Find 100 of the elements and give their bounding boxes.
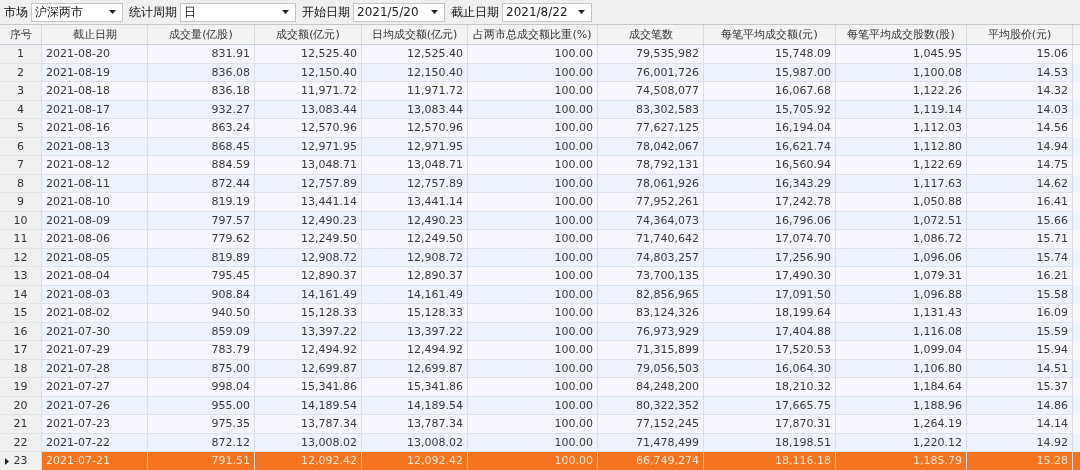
- table-row[interactable]: 5 2021-08-16 863.24 12,570.96 12,570.96 100.00 77,627,125 16,194.04 1,112.03 14.56: [0, 119, 1080, 138]
- table-cell: 15.71: [967, 230, 1073, 249]
- row-number: 5: [0, 119, 42, 138]
- column-header[interactable]: 成交笔数: [598, 25, 704, 44]
- table-cell: 11,971.72: [255, 82, 362, 101]
- table-cell: 1,264.19: [836, 415, 967, 434]
- table-row[interactable]: 21 2021-07-23 975.35 13,787.34 13,787.34 100.00 77,152,245 17,870.31 1,264.19 14.14: [0, 415, 1080, 434]
- caret-icon: [431, 10, 438, 14]
- table-cell: 100.00: [468, 267, 598, 286]
- table-cell: 100.00: [468, 341, 598, 360]
- dropdown-field[interactable]: 2021/5/20: [353, 2, 445, 22]
- table-cell: 12,494.92: [362, 341, 468, 360]
- table-cell: 100.00: [468, 230, 598, 249]
- row-number: 23: [0, 452, 42, 470]
- column-header[interactable]: 占两市总成交额比重(%): [468, 25, 598, 44]
- row-number: 7: [0, 156, 42, 175]
- table-row[interactable]: 17 2021-07-29 783.79 12,494.92 12,494.92 100.00 71,315,899 17,520.53 1,099.04 15.94: [0, 341, 1080, 360]
- column-header[interactable]: 成交量(亿股): [148, 25, 255, 44]
- dropdown-field[interactable]: 沪深两市: [31, 2, 123, 22]
- table-cell: 13,441.14: [362, 193, 468, 212]
- table-cell: 1,099.04: [836, 341, 967, 360]
- table-cell: 2021-08-18: [42, 82, 148, 101]
- table-row[interactable]: 1 2021-08-20 831.91 12,525.40 12,525.40 100.00 79,535,982 15,748.09 1,045.95 15.06: [0, 45, 1080, 64]
- dropdown-field[interactable]: 日: [180, 2, 296, 22]
- table-cell: 18,210.32: [704, 378, 836, 397]
- table-cell: 78,792,131: [598, 156, 704, 175]
- table-row[interactable]: 3 2021-08-18 836.18 11,971.72 11,971.72 100.00 74,508,077 16,067.68 1,122.26 14.32: [0, 82, 1080, 101]
- table-cell: 15.94: [967, 341, 1073, 360]
- caret-icon: [282, 10, 289, 14]
- table-row[interactable]: 23 2021-07-21 791.51 12,092.42 12,092.42 100.00 66,749,274 18,116.18 1,185.79 15.28: [0, 452, 1080, 470]
- row-number: 11: [0, 230, 42, 249]
- table-cell: 13,048.71: [362, 156, 468, 175]
- table-cell: 66,749,274: [598, 452, 704, 470]
- column-header[interactable]: 平均股价(元): [967, 25, 1073, 44]
- table-cell: 18,199.64: [704, 304, 836, 323]
- table-cell: 12,249.50: [255, 230, 362, 249]
- table-cell: 863.24: [148, 119, 255, 138]
- table-cell: 15,748.09: [704, 45, 836, 64]
- table-cell: 13,787.34: [255, 415, 362, 434]
- table-cell: 1,050.88: [836, 193, 967, 212]
- table-cell: 100.00: [468, 452, 598, 470]
- table-row[interactable]: 15 2021-08-02 940.50 15,128.33 15,128.33 100.00 83,124,326 18,199.64 1,131.43 16.09: [0, 304, 1080, 323]
- table-cell: 2021-08-20: [42, 45, 148, 64]
- row-number: 1: [0, 45, 42, 64]
- table-cell: 100.00: [468, 156, 598, 175]
- table-cell: 940.50: [148, 304, 255, 323]
- table-cell: 1,185.79: [836, 452, 967, 470]
- table-cell: 779.62: [148, 230, 255, 249]
- table-cell: 13,787.34: [362, 415, 468, 434]
- table-cell: 73,700,135: [598, 267, 704, 286]
- table-cell: 2021-08-16: [42, 119, 148, 138]
- table-cell: 71,740,642: [598, 230, 704, 249]
- table-row[interactable]: 7 2021-08-12 884.59 13,048.71 13,048.71 100.00 78,792,131 16,560.94 1,122.69 14.75: [0, 156, 1080, 175]
- column-header[interactable]: 每笔平均成交额(元): [704, 25, 836, 44]
- table-row[interactable]: 13 2021-08-04 795.45 12,890.37 12,890.37 100.00 73,700,135 17,490.30 1,079.31 16.21: [0, 267, 1080, 286]
- row-number: 3: [0, 82, 42, 101]
- table-cell: 11,971.72: [362, 82, 468, 101]
- field-label: 市场: [4, 3, 28, 21]
- table-cell: 2021-07-23: [42, 415, 148, 434]
- field-label: 统计周期: [129, 3, 177, 21]
- table-cell: 16.09: [967, 304, 1073, 323]
- table-cell: 12,890.37: [362, 267, 468, 286]
- caret-icon: [109, 10, 116, 14]
- table-cell: 819.19: [148, 193, 255, 212]
- table-cell: 83,124,326: [598, 304, 704, 323]
- table-row[interactable]: 19 2021-07-27 998.04 15,341.86 15,341.86 100.00 84,248,200 18,210.32 1,184.64 15.37: [0, 378, 1080, 397]
- dropdown-field[interactable]: 2021/8/22: [502, 2, 592, 22]
- table-cell: 12,890.37: [255, 267, 362, 286]
- table-cell: 2021-08-02: [42, 304, 148, 323]
- table-cell: 1,184.64: [836, 378, 967, 397]
- table-cell: 13,048.71: [255, 156, 362, 175]
- table-cell: 795.45: [148, 267, 255, 286]
- table-cell: 16,194.04: [704, 119, 836, 138]
- table-cell: 100.00: [468, 45, 598, 64]
- table-cell: 14.32: [967, 82, 1073, 101]
- table-cell: 836.18: [148, 82, 255, 101]
- column-header[interactable]: 截止日期: [42, 25, 148, 44]
- table-cell: 16.41: [967, 193, 1073, 212]
- column-header[interactable]: 序号: [0, 25, 42, 44]
- table-cell: 79,535,982: [598, 45, 704, 64]
- table-cell: 74,508,077: [598, 82, 704, 101]
- table-row[interactable]: 9 2021-08-10 819.19 13,441.14 13,441.14 100.00 77,952,261 17,242.78 1,050.88 16.41: [0, 193, 1080, 212]
- row-number: 21: [0, 415, 42, 434]
- table-cell: 884.59: [148, 156, 255, 175]
- table-cell: 16,067.68: [704, 82, 836, 101]
- table-cell: 998.04: [148, 378, 255, 397]
- table-cell: 17,074.70: [704, 230, 836, 249]
- table-cell: 15.37: [967, 378, 1073, 397]
- column-header[interactable]: 日均成交额(亿元): [362, 25, 468, 44]
- table-cell: 17,520.53: [704, 341, 836, 360]
- table-cell: 16,560.94: [704, 156, 836, 175]
- table-cell: 2021-08-04: [42, 267, 148, 286]
- table-cell: 12,525.40: [362, 45, 468, 64]
- column-header[interactable]: 每笔平均成交股数(股): [836, 25, 967, 44]
- table-cell: 1,045.95: [836, 45, 967, 64]
- table-row[interactable]: 11 2021-08-06 779.62 12,249.50 12,249.50 100.00 71,740,642 17,074.70 1,086.72 15.71: [0, 230, 1080, 249]
- row-number: 13: [0, 267, 42, 286]
- table-cell: 12,092.42: [255, 452, 362, 470]
- caret-icon: [578, 10, 585, 14]
- column-header[interactable]: 成交额(亿元): [255, 25, 362, 44]
